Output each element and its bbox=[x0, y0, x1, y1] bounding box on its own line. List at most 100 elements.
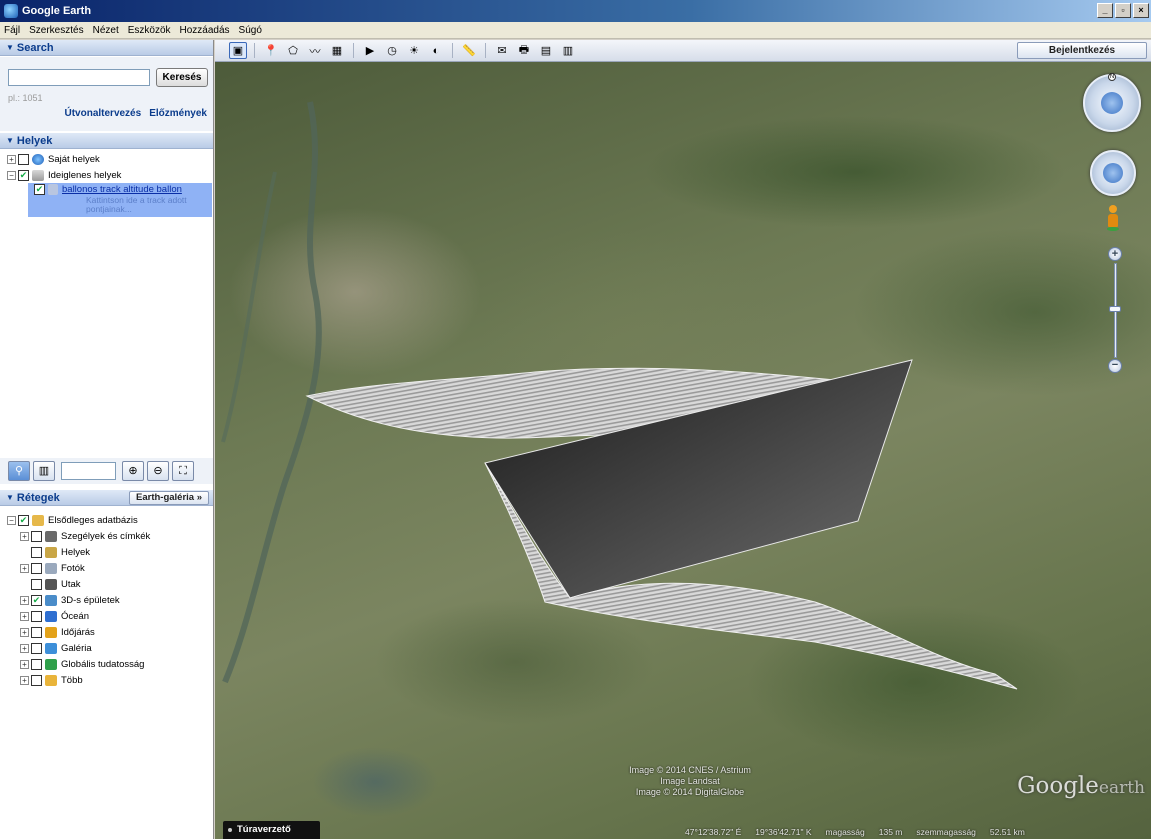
expand-icon[interactable]: + bbox=[7, 154, 16, 164]
layer-item[interactable]: Helyek bbox=[0, 544, 213, 560]
expand-icon[interactable]: + bbox=[20, 627, 29, 637]
menu-file[interactable]: Fájl bbox=[4, 25, 20, 36]
places-panel-header[interactable]: ▼ Helyek bbox=[0, 133, 213, 149]
expand-icon[interactable]: + bbox=[20, 563, 29, 573]
expand-icon[interactable]: + bbox=[20, 659, 29, 669]
checkbox[interactable] bbox=[31, 642, 42, 654]
signin-button[interactable]: Bejelentkezés bbox=[1017, 42, 1147, 59]
planets-icon[interactable]: ◐ bbox=[427, 42, 445, 59]
selected-track-title[interactable]: ballonos track altitude ballon bbox=[62, 184, 182, 195]
tree-item-temporary-places[interactable]: − ✔ Ideiglenes helyek bbox=[0, 167, 213, 183]
checkbox[interactable] bbox=[31, 530, 42, 542]
zoom-slider-thumb[interactable] bbox=[1109, 306, 1121, 312]
checkbox-checked[interactable]: ✔ bbox=[34, 184, 45, 195]
expand-icon[interactable]: + bbox=[20, 595, 29, 605]
layer-item[interactable]: Utak bbox=[0, 576, 213, 592]
record-tour-icon[interactable]: ▶ bbox=[361, 42, 379, 59]
layer-icon bbox=[45, 562, 57, 574]
checkbox[interactable] bbox=[31, 626, 42, 638]
zoom-out-button[interactable]: ⊖ bbox=[147, 461, 169, 481]
layer-item[interactable]: + Szegélyek és címkék bbox=[0, 528, 213, 544]
history-icon[interactable]: ◷ bbox=[383, 42, 401, 59]
maximize-button[interactable]: ▫ bbox=[1115, 3, 1131, 18]
zoom-in-button[interactable]: ⊕ bbox=[122, 461, 144, 481]
collapse-icon[interactable]: − bbox=[7, 170, 16, 180]
earth-gallery-button[interactable]: Earth-galéria » bbox=[129, 491, 209, 505]
checkbox[interactable] bbox=[31, 546, 42, 558]
checkbox[interactable] bbox=[31, 610, 42, 622]
expand-icon[interactable]: + bbox=[20, 675, 29, 685]
fit-view-button[interactable]: ⛶ bbox=[172, 461, 194, 481]
search-panel-header[interactable]: ▼ Search bbox=[0, 40, 213, 56]
panel-filter-input[interactable] bbox=[61, 462, 116, 480]
search-button[interactable]: Keresés bbox=[156, 68, 208, 87]
layer-label: Időjárás bbox=[61, 626, 95, 638]
menu-edit[interactable]: Szerkesztés bbox=[29, 25, 83, 36]
path-icon[interactable]: 〰 bbox=[306, 42, 324, 59]
zoom-in-icon[interactable]: + bbox=[1108, 247, 1122, 261]
menu-add[interactable]: Hozzáadás bbox=[180, 25, 230, 36]
menu-view[interactable]: Nézet bbox=[93, 25, 119, 36]
sun-icon[interactable]: ☀ bbox=[405, 42, 423, 59]
attribution-line: Image Landsat bbox=[660, 776, 720, 786]
layer-item[interactable]: − ✔ Elsődleges adatbázis bbox=[0, 512, 213, 528]
toolbar-separator bbox=[353, 43, 354, 58]
directions-link[interactable]: Útvonaltervezés bbox=[64, 108, 141, 119]
street-view-pegman-icon[interactable] bbox=[1107, 205, 1119, 231]
email-icon[interactable]: ✉ bbox=[493, 42, 511, 59]
look-joystick-icon[interactable] bbox=[1101, 92, 1123, 114]
tour-guide-button[interactable]: Túraverzető bbox=[223, 821, 320, 839]
attribution-line: Image © 2014 CNES / Astrium bbox=[629, 765, 751, 775]
layer-item[interactable]: + Fotók bbox=[0, 560, 213, 576]
tree-item-selected-track[interactable]: ✔ ballonos track altitude ballon Kattint… bbox=[28, 183, 212, 217]
layer-item[interactable]: + Galéria bbox=[0, 640, 213, 656]
expand-icon[interactable]: + bbox=[20, 643, 29, 653]
window-title: Google Earth bbox=[22, 5, 92, 17]
sidebar-toggle-icon[interactable]: ▣ bbox=[229, 42, 247, 59]
collapse-icon[interactable]: − bbox=[7, 515, 16, 525]
checkbox[interactable] bbox=[31, 658, 42, 670]
expand-icon[interactable]: + bbox=[20, 611, 29, 621]
close-button[interactable]: × bbox=[1133, 3, 1149, 18]
move-joystick-icon[interactable] bbox=[1103, 163, 1123, 183]
layer-item[interactable]: + Óceán bbox=[0, 608, 213, 624]
history-link[interactable]: Előzmények bbox=[149, 108, 207, 119]
window-controls: _ ▫ × bbox=[1097, 3, 1149, 18]
checkbox-checked[interactable]: ✔ bbox=[18, 169, 29, 181]
checkbox[interactable] bbox=[18, 153, 29, 165]
ruler-icon[interactable]: 📏 bbox=[460, 42, 478, 59]
placemark-icon[interactable]: 📍 bbox=[262, 42, 280, 59]
layer-label: Utak bbox=[61, 578, 81, 590]
status-latitude: 47°12'38.72" É bbox=[685, 827, 742, 837]
map-view[interactable]: N + − Image © 2014 CNES / Astrium Image … bbox=[215, 62, 1151, 839]
layer-item[interactable]: + Globális tudatosság bbox=[0, 656, 213, 672]
search-panel-toggle-icon[interactable]: ⚲ bbox=[8, 461, 30, 481]
overlay-icon[interactable]: ▦ bbox=[328, 42, 346, 59]
polygon-icon[interactable]: ⬠ bbox=[284, 42, 302, 59]
layer-icon bbox=[45, 594, 57, 606]
sidebar-panel-toggle-icon[interactable]: ▥ bbox=[33, 461, 55, 481]
layers-header-label: Rétegek bbox=[16, 491, 60, 504]
layer-item[interactable]: + Időjárás bbox=[0, 624, 213, 640]
move-control[interactable] bbox=[1090, 150, 1136, 196]
menu-tools[interactable]: Eszközök bbox=[128, 25, 171, 36]
north-indicator-icon[interactable]: N bbox=[1108, 73, 1116, 81]
search-input[interactable] bbox=[8, 69, 150, 86]
zoom-out-icon[interactable]: − bbox=[1108, 359, 1122, 373]
layers-tree: − ✔ Elsődleges adatbázis + Szegélyek és címk… bbox=[0, 512, 213, 688]
checkbox[interactable] bbox=[31, 578, 42, 590]
menu-help[interactable]: Súgó bbox=[239, 25, 262, 36]
checkbox[interactable] bbox=[31, 674, 42, 686]
layer-item[interactable]: + Több bbox=[0, 672, 213, 688]
minimize-button[interactable]: _ bbox=[1097, 3, 1113, 18]
tree-item-my-places[interactable]: + Saját helyek bbox=[0, 151, 213, 167]
checkbox-checked[interactable]: ✔ bbox=[31, 594, 42, 606]
checkbox-checked[interactable]: ✔ bbox=[18, 514, 29, 526]
look-around-control[interactable]: N bbox=[1083, 73, 1141, 132]
checkbox[interactable] bbox=[31, 562, 42, 574]
save-image-icon[interactable]: ▤ bbox=[537, 42, 555, 59]
print-icon[interactable]: 🖶 bbox=[515, 42, 533, 59]
layer-item[interactable]: + ✔ 3D-s épületek bbox=[0, 592, 213, 608]
expand-icon[interactable]: + bbox=[20, 531, 29, 541]
maps-icon[interactable]: ▥ bbox=[559, 42, 577, 59]
